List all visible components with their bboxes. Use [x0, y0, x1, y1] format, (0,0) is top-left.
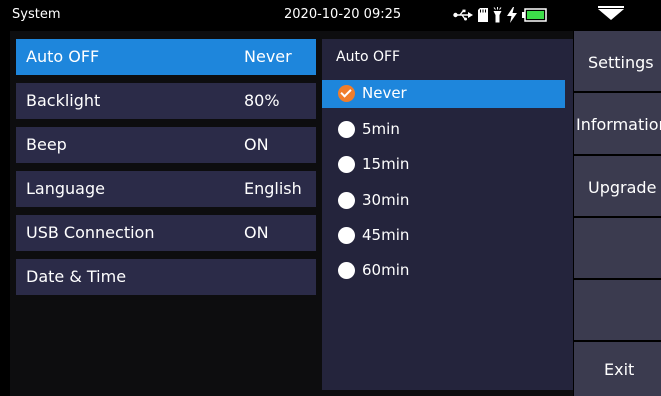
option-label: 15min [362, 155, 410, 173]
panel-title: Auto OFF [336, 49, 401, 65]
setting-date-time[interactable]: Date & Time [16, 259, 316, 295]
setting-value: English [244, 179, 302, 198]
top-status-bar: System 2020-10-20 09:25 [0, 0, 661, 30]
setting-beep[interactable]: Beep ON [16, 127, 316, 163]
flashlight-icon [493, 7, 502, 23]
radio-icon [338, 262, 355, 279]
option-label: 45min [362, 226, 410, 244]
usb-icon [453, 9, 473, 21]
option-45min[interactable]: 45min [322, 222, 565, 250]
setting-auto-off[interactable]: Auto OFF Never [16, 39, 316, 75]
radio-icon [338, 121, 355, 138]
radio-checked-icon [338, 85, 355, 102]
setting-label: Auto OFF [26, 47, 100, 66]
empty-menu-slot [574, 280, 661, 340]
status-icons [453, 6, 547, 24]
dropdown-menu-icon[interactable] [598, 6, 624, 20]
option-30min[interactable]: 30min [322, 187, 565, 215]
setting-value: Never [244, 47, 292, 66]
information-button[interactable]: Information [574, 93, 661, 154]
battery-icon [522, 8, 547, 22]
radio-icon [338, 227, 355, 244]
auto-off-options-panel: Auto OFF Never 5min 15min 30min 45min 60… [322, 39, 573, 390]
setting-value: ON [244, 223, 269, 242]
option-label: 30min [362, 191, 410, 209]
radio-icon [338, 156, 355, 173]
upgrade-button[interactable]: Upgrade [574, 156, 661, 216]
setting-label: USB Connection [26, 223, 155, 242]
option-label: 60min [362, 261, 410, 279]
radio-icon [338, 192, 355, 209]
exit-button[interactable]: Exit [574, 342, 661, 396]
clock: 2020-10-20 09:25 [284, 7, 402, 22]
empty-menu-slot [574, 218, 661, 278]
sd-card-icon [478, 8, 488, 22]
settings-list: Auto OFF Never Backlight 80% Beep ON Lan… [16, 39, 316, 303]
setting-label: Date & Time [26, 267, 127, 286]
setting-label: Language [26, 179, 105, 198]
window-title: System [12, 7, 61, 22]
setting-label: Beep [26, 135, 67, 154]
setting-value: ON [244, 135, 269, 154]
setting-value: 80% [244, 91, 280, 110]
system-settings-page: Auto OFF Never Backlight 80% Beep ON Lan… [10, 31, 573, 396]
option-15min[interactable]: 15min [322, 151, 565, 179]
option-5min[interactable]: 5min [322, 116, 565, 144]
setting-backlight[interactable]: Backlight 80% [16, 83, 316, 119]
option-label: 5min [362, 120, 400, 138]
setting-label: Backlight [26, 91, 101, 110]
option-label: Never [362, 84, 407, 102]
setting-usb-connection[interactable]: USB Connection ON [16, 215, 316, 251]
setting-language[interactable]: Language English [16, 171, 316, 207]
charging-icon [507, 7, 517, 23]
settings-button[interactable]: Settings [574, 31, 661, 91]
option-60min[interactable]: 60min [322, 257, 565, 285]
side-menu: Settings Information Upgrade Exit [574, 31, 661, 396]
option-never[interactable]: Never [322, 80, 565, 108]
